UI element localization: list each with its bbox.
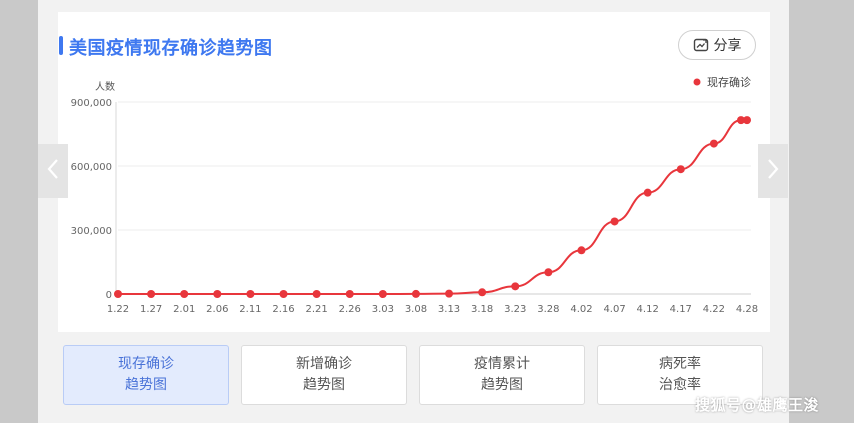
x-tick-label: 3.28 [537, 304, 559, 315]
data-point [279, 290, 288, 298]
x-tick-label: 3.18 [471, 304, 493, 315]
tab-label-line2: 趋势图 [303, 377, 345, 393]
x-tick-label: 4.02 [570, 304, 592, 315]
x-tick-label: 3.08 [405, 304, 427, 315]
data-point [114, 290, 122, 298]
data-point [147, 290, 156, 298]
tab-cumulative-trend[interactable]: 疫情累计 趋势图 [419, 345, 585, 405]
y-axis-label: 人数 [95, 80, 115, 93]
tab-label-line2: 趋势图 [481, 377, 523, 393]
x-tick-label: 2.11 [239, 304, 261, 315]
series-line [117, 119, 747, 296]
x-tick-label: 1.22 [107, 304, 129, 315]
tab-label-line1: 新增确诊 [296, 356, 352, 372]
x-tick-label: 4.17 [670, 304, 692, 315]
x-tick-label: 2.26 [339, 304, 361, 315]
x-tick-label: 2.16 [272, 304, 294, 315]
data-point [378, 290, 387, 298]
data-point [445, 289, 454, 298]
tab-label-line1: 疫情累计 [474, 356, 530, 372]
x-tick-label: 3.13 [438, 304, 460, 315]
legend-label: 现存确诊 [707, 75, 751, 89]
data-point [743, 116, 751, 125]
data-point [544, 268, 553, 277]
x-tick-label: 4.22 [703, 304, 725, 315]
data-point [676, 165, 685, 174]
x-tick-label: 4.28 [736, 304, 758, 315]
tab-new-confirmed-trend[interactable]: 新增确诊 趋势图 [241, 345, 407, 405]
tab-label-line2: 治愈率 [659, 377, 701, 393]
data-point [246, 290, 255, 298]
x-tick-label: 2.01 [173, 304, 195, 315]
y-tick-label: 600,000 [71, 162, 112, 173]
data-point [213, 290, 222, 298]
y-tick-label: 0 [106, 290, 112, 301]
data-point [511, 282, 520, 291]
x-tick-label: 2.06 [206, 304, 228, 315]
data-point [411, 289, 420, 298]
x-tick-label: 4.07 [603, 304, 625, 315]
data-point [610, 217, 619, 226]
legend-marker [693, 78, 701, 86]
x-tick-label: 3.23 [504, 304, 526, 315]
x-tick-label: 2.21 [305, 304, 327, 315]
x-tick-label: 1.27 [140, 304, 162, 315]
tab-label-line1: 现存确诊 [118, 356, 174, 372]
x-tick-label: 4.12 [637, 304, 659, 315]
data-point [180, 290, 189, 298]
tab-label-line2: 趋势图 [125, 377, 167, 393]
data-point [709, 139, 718, 148]
data-point [345, 290, 354, 298]
data-point [577, 246, 586, 255]
x-tick-label: 3.03 [372, 304, 394, 315]
tab-label-line1: 病死率 [659, 356, 701, 372]
data-point [643, 188, 652, 197]
data-point [478, 288, 487, 297]
chart-tabs: 现存确诊 趋势图 新增确诊 趋势图 疫情累计 趋势图 病死率 治愈率 [63, 345, 763, 405]
tab-current-confirmed-trend[interactable]: 现存确诊 趋势图 [63, 345, 229, 405]
data-point [312, 290, 321, 298]
watermark: 搜狐号@雄鹰王浚 [695, 396, 820, 414]
y-tick-label: 900,000 [71, 98, 112, 109]
y-tick-label: 300,000 [71, 226, 112, 237]
